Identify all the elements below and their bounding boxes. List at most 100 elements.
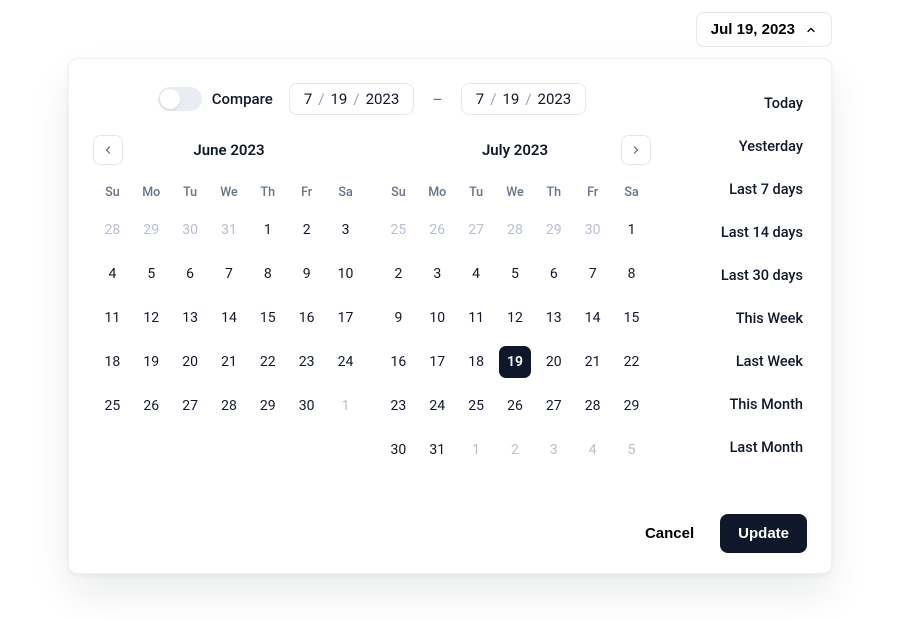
weekday-header: Tu [457, 185, 496, 204]
calendar-day[interactable]: 17 [330, 302, 362, 334]
calendar-day[interactable]: 4 [460, 258, 492, 290]
calendar-day[interactable]: 4 [577, 434, 609, 466]
calendar-day[interactable]: 9 [291, 258, 323, 290]
calendar-day[interactable]: 27 [460, 214, 492, 246]
calendar-day[interactable]: 19 [135, 346, 167, 378]
preset-option[interactable]: Today [671, 85, 807, 122]
calendar-day[interactable]: 3 [421, 258, 453, 290]
calendar-day[interactable]: 23 [382, 390, 414, 422]
calendar-day[interactable]: 10 [421, 302, 453, 334]
compare-label: Compare [212, 90, 273, 108]
calendar-day[interactable]: 23 [291, 346, 323, 378]
preset-option[interactable]: Last 30 days [671, 257, 807, 294]
calendar-day[interactable]: 13 [538, 302, 570, 334]
calendar-day[interactable]: 20 [174, 346, 206, 378]
calendar-day[interactable]: 2 [499, 434, 531, 466]
calendar-day[interactable]: 10 [330, 258, 362, 290]
end-year: 2023 [538, 90, 572, 108]
calendar-day[interactable]: 31 [213, 214, 245, 246]
calendar-day[interactable]: 1 [616, 214, 648, 246]
calendar-day[interactable]: 5 [135, 258, 167, 290]
calendar-day[interactable]: 25 [382, 214, 414, 246]
date-trigger-label: Jul 19, 2023 [711, 21, 795, 38]
calendar-day[interactable]: 3 [538, 434, 570, 466]
preset-option[interactable]: Last Month [671, 429, 807, 466]
calendar-day[interactable]: 28 [213, 390, 245, 422]
cancel-button[interactable]: Cancel [637, 515, 702, 552]
calendar-day[interactable]: 14 [577, 302, 609, 334]
calendar-day[interactable]: 11 [96, 302, 128, 334]
calendar-day[interactable]: 2 [291, 214, 323, 246]
compare-toggle[interactable] [158, 87, 202, 111]
start-date-input[interactable]: 7 / 19 / 2023 [289, 83, 414, 115]
calendar-day[interactable]: 28 [577, 390, 609, 422]
calendar-day[interactable]: 29 [538, 214, 570, 246]
update-button[interactable]: Update [720, 514, 807, 553]
calendar-day[interactable]: 26 [421, 214, 453, 246]
calendar-day[interactable]: 25 [460, 390, 492, 422]
preset-option[interactable]: Yesterday [671, 128, 807, 165]
calendar-day[interactable]: 21 [213, 346, 245, 378]
calendar-day[interactable]: 3 [330, 214, 362, 246]
end-date-input[interactable]: 7 / 19 / 2023 [461, 83, 586, 115]
calendar-day[interactable]: 6 [538, 258, 570, 290]
date-trigger-button[interactable]: Jul 19, 2023 [696, 12, 832, 47]
calendar-day[interactable]: 30 [577, 214, 609, 246]
calendar-day[interactable]: 4 [96, 258, 128, 290]
calendar-day[interactable]: 15 [252, 302, 284, 334]
calendar-day[interactable]: 31 [421, 434, 453, 466]
weekday-header: Th [248, 185, 287, 204]
calendar-day[interactable]: 18 [96, 346, 128, 378]
preset-option[interactable]: This Week [671, 300, 807, 337]
calendar-day[interactable]: 14 [213, 302, 245, 334]
calendar-day[interactable]: 12 [499, 302, 531, 334]
calendar-day[interactable]: 1 [460, 434, 492, 466]
calendar-day[interactable]: 6 [174, 258, 206, 290]
calendar-day[interactable]: 16 [382, 346, 414, 378]
calendar-day[interactable]: 12 [135, 302, 167, 334]
calendar-day[interactable]: 5 [499, 258, 531, 290]
prev-month-button[interactable] [93, 135, 123, 165]
calendar-day[interactable]: 9 [382, 302, 414, 334]
calendar-day[interactable]: 25 [96, 390, 128, 422]
calendar-day[interactable]: 15 [616, 302, 648, 334]
date-picker-panel: Compare 7 / 19 / 2023 – 7 / 19 / 2023 [68, 58, 832, 574]
calendar-day-selected[interactable]: 19 [499, 346, 531, 378]
calendar-day[interactable]: 27 [174, 390, 206, 422]
calendar-day[interactable]: 30 [382, 434, 414, 466]
calendar-day[interactable]: 21 [577, 346, 609, 378]
calendar-day[interactable]: 22 [616, 346, 648, 378]
calendar-day[interactable]: 28 [96, 214, 128, 246]
calendar-day[interactable]: 1 [252, 214, 284, 246]
calendar-day[interactable]: 8 [616, 258, 648, 290]
calendar-day[interactable]: 29 [616, 390, 648, 422]
calendar-day[interactable]: 7 [577, 258, 609, 290]
calendar-day[interactable]: 29 [252, 390, 284, 422]
preset-option[interactable]: Last Week [671, 343, 807, 380]
calendar-day[interactable]: 13 [174, 302, 206, 334]
calendar-day[interactable]: 29 [135, 214, 167, 246]
calendar-day[interactable]: 28 [499, 214, 531, 246]
calendar-day[interactable]: 18 [460, 346, 492, 378]
calendar-day[interactable]: 8 [252, 258, 284, 290]
calendar-day[interactable]: 11 [460, 302, 492, 334]
calendar-day[interactable]: 17 [421, 346, 453, 378]
calendar-day[interactable]: 2 [382, 258, 414, 290]
calendar-day[interactable]: 24 [330, 346, 362, 378]
calendar-day[interactable]: 24 [421, 390, 453, 422]
calendar-day[interactable]: 16 [291, 302, 323, 334]
preset-option[interactable]: Last 7 days [671, 171, 807, 208]
calendar-day[interactable]: 30 [174, 214, 206, 246]
calendar-day[interactable]: 20 [538, 346, 570, 378]
calendar-day[interactable]: 7 [213, 258, 245, 290]
calendar-day[interactable]: 1 [330, 390, 362, 422]
preset-option[interactable]: Last 14 days [671, 214, 807, 251]
calendar-day[interactable]: 26 [499, 390, 531, 422]
next-month-button[interactable] [621, 135, 651, 165]
calendar-day[interactable]: 30 [291, 390, 323, 422]
calendar-day[interactable]: 5 [616, 434, 648, 466]
calendar-day[interactable]: 27 [538, 390, 570, 422]
calendar-day[interactable]: 26 [135, 390, 167, 422]
preset-option[interactable]: This Month [671, 386, 807, 423]
calendar-day[interactable]: 22 [252, 346, 284, 378]
